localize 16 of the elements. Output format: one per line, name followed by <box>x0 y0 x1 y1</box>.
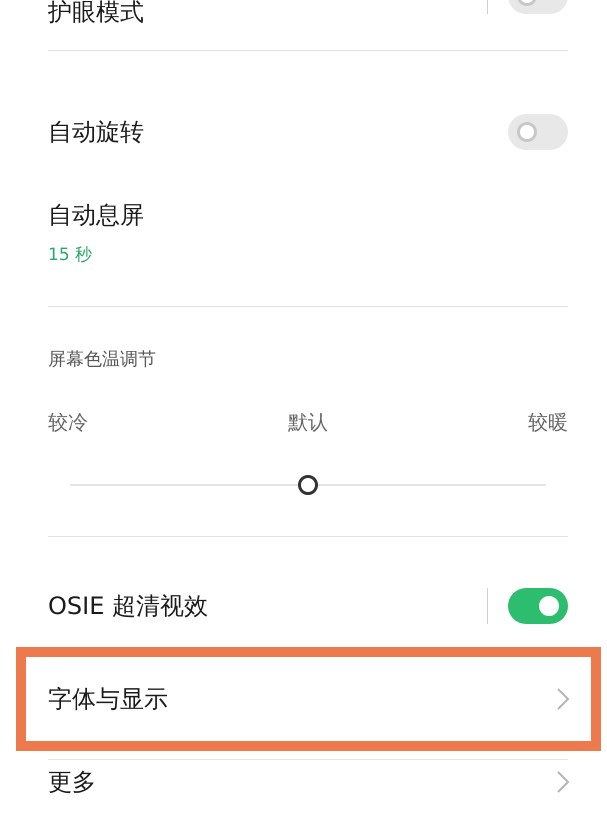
setting-label[interactable]: 自动息屏 <box>48 201 144 229</box>
setting-label: 自动旋转 <box>48 117 144 148</box>
slider-label: 较冷 <box>48 409 88 436</box>
setting-label: OSIE 超清视效 <box>48 591 208 622</box>
toggle-switch[interactable] <box>508 588 568 624</box>
section-title: 屏幕色温调节 <box>48 348 156 371</box>
chevron-icon <box>556 770 570 794</box>
slider-thumb[interactable] <box>298 475 318 495</box>
chevron-icon <box>556 687 570 711</box>
setting-label[interactable]: 更多 <box>48 766 96 798</box>
setting-value: 15 秒 <box>48 244 92 266</box>
toggle-switch[interactable] <box>508 114 568 150</box>
slider-label: 默认 <box>288 409 328 436</box>
slider-label: 较暖 <box>528 409 568 436</box>
setting-label: 护眼模式 <box>48 0 144 28</box>
setting-label[interactable]: 字体与显示 <box>48 683 168 715</box>
